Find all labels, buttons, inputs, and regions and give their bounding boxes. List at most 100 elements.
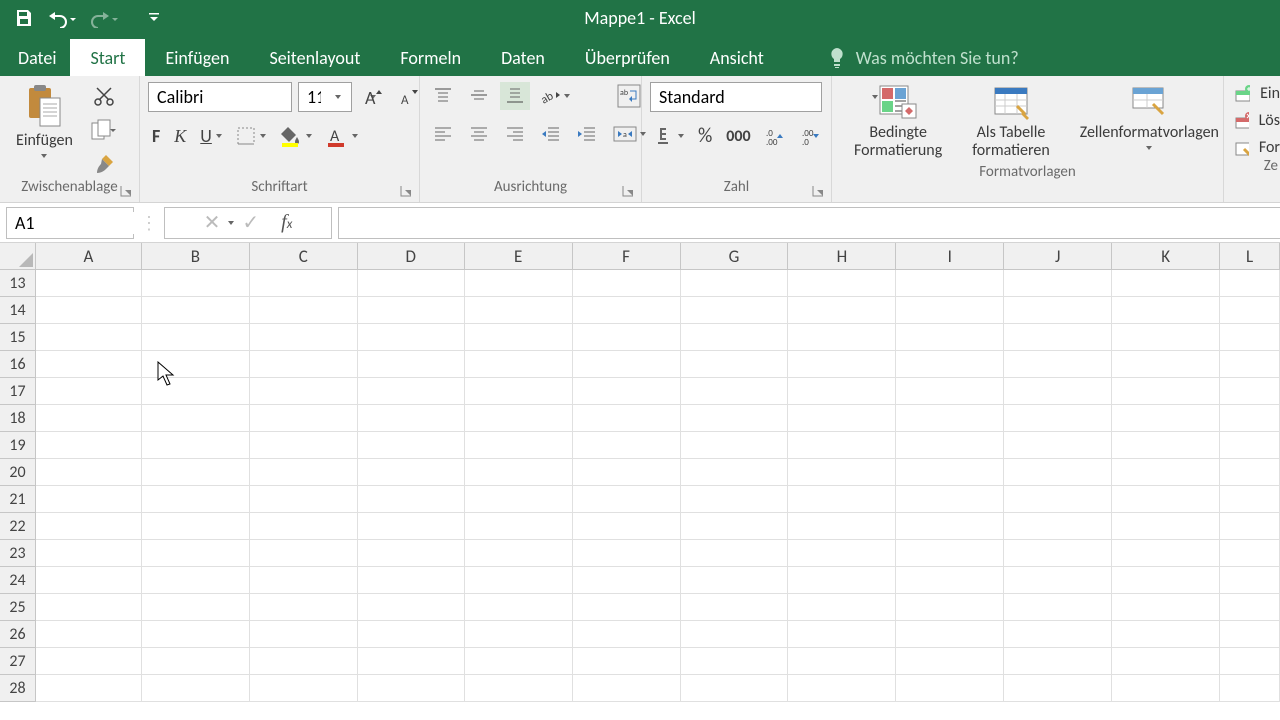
cell[interactable] — [36, 648, 142, 675]
cell[interactable] — [1220, 270, 1280, 297]
increase-decimal-button[interactable]: .0.00 — [761, 122, 791, 150]
cell[interactable] — [465, 621, 573, 648]
cell[interactable] — [142, 513, 250, 540]
row-header[interactable]: 18 — [0, 405, 36, 432]
cell[interactable] — [36, 351, 142, 378]
cell[interactable] — [896, 378, 1004, 405]
cell[interactable] — [250, 432, 358, 459]
cell[interactable] — [896, 351, 1004, 378]
row-header[interactable]: 13 — [0, 270, 36, 297]
cell[interactable] — [573, 486, 681, 513]
cell[interactable] — [36, 324, 142, 351]
cell[interactable] — [36, 405, 142, 432]
cell[interactable] — [465, 513, 573, 540]
column-header[interactable]: H — [788, 243, 896, 269]
cell[interactable] — [1220, 621, 1280, 648]
qat-customize[interactable] — [142, 10, 166, 26]
name-box[interactable] — [6, 207, 134, 239]
cell[interactable] — [142, 297, 250, 324]
cell[interactable] — [1220, 486, 1280, 513]
cell[interactable] — [1004, 324, 1112, 351]
cell[interactable] — [1004, 567, 1112, 594]
cell[interactable] — [142, 675, 250, 702]
formula-input[interactable] — [338, 207, 1280, 239]
cell[interactable] — [681, 351, 789, 378]
cell-styles-button[interactable]: Zellenformatvorlagen — [1072, 82, 1227, 152]
cell[interactable] — [1112, 486, 1220, 513]
column-header[interactable]: L — [1220, 243, 1280, 269]
cell[interactable] — [1220, 324, 1280, 351]
cell[interactable] — [681, 513, 789, 540]
cell[interactable] — [1112, 351, 1220, 378]
cell[interactable] — [1220, 297, 1280, 324]
cell[interactable] — [465, 459, 573, 486]
cell[interactable] — [465, 270, 573, 297]
cut-button[interactable] — [87, 82, 121, 110]
cell[interactable] — [896, 324, 1004, 351]
cell[interactable] — [142, 486, 250, 513]
delete-cells-button[interactable]: Lös — [1234, 111, 1280, 130]
cell[interactable] — [358, 324, 465, 351]
cell[interactable] — [573, 405, 681, 432]
cell[interactable] — [788, 486, 896, 513]
fill-color-button[interactable] — [276, 122, 316, 150]
cell[interactable] — [36, 567, 142, 594]
tab-file[interactable]: Datei — [4, 39, 70, 76]
cell[interactable] — [681, 297, 789, 324]
cell[interactable] — [1220, 675, 1280, 702]
column-header[interactable]: I — [896, 243, 1004, 269]
cell[interactable] — [36, 432, 142, 459]
cell[interactable] — [142, 540, 250, 567]
cell[interactable] — [250, 351, 358, 378]
font-size-combo[interactable] — [298, 82, 352, 112]
cell[interactable] — [1112, 378, 1220, 405]
thousands-button[interactable]: 000 — [722, 122, 754, 150]
cell[interactable] — [896, 432, 1004, 459]
row-header[interactable]: 19 — [0, 432, 36, 459]
cell[interactable] — [681, 675, 789, 702]
cell[interactable] — [896, 648, 1004, 675]
cell[interactable] — [142, 351, 250, 378]
cell[interactable] — [142, 324, 250, 351]
cell[interactable] — [896, 621, 1004, 648]
cell[interactable] — [465, 297, 573, 324]
cell[interactable] — [1004, 351, 1112, 378]
cell[interactable] — [1220, 378, 1280, 405]
cell[interactable] — [788, 594, 896, 621]
align-right-button[interactable] — [500, 120, 530, 148]
cell[interactable] — [573, 297, 681, 324]
cell[interactable] — [1112, 567, 1220, 594]
tab-page-layout[interactable]: Seitenlayout — [249, 39, 380, 76]
cell[interactable] — [1220, 405, 1280, 432]
cell[interactable] — [465, 594, 573, 621]
cell[interactable] — [36, 486, 142, 513]
cell[interactable] — [896, 675, 1004, 702]
cell[interactable] — [142, 432, 250, 459]
tab-view[interactable]: Ansicht — [690, 39, 784, 76]
cell[interactable] — [358, 351, 465, 378]
orientation-button[interactable]: ab — [536, 82, 574, 110]
cell[interactable] — [681, 459, 789, 486]
cell[interactable] — [1004, 270, 1112, 297]
cell[interactable] — [788, 567, 896, 594]
row-header[interactable]: 17 — [0, 378, 36, 405]
dialog-launcher-icon[interactable] — [119, 184, 133, 198]
cell[interactable] — [788, 324, 896, 351]
cell[interactable] — [250, 675, 358, 702]
cell[interactable] — [1112, 513, 1220, 540]
cell[interactable] — [1004, 486, 1112, 513]
cell[interactable] — [358, 486, 465, 513]
cell[interactable] — [1112, 432, 1220, 459]
select-all-corner[interactable] — [0, 243, 36, 269]
cell[interactable] — [681, 567, 789, 594]
paste-button[interactable]: Einfügen — [8, 82, 81, 160]
cell[interactable] — [1004, 513, 1112, 540]
cell[interactable] — [573, 459, 681, 486]
dialog-launcher-icon[interactable] — [621, 184, 635, 198]
cell[interactable] — [896, 459, 1004, 486]
cell[interactable] — [788, 270, 896, 297]
row-header[interactable]: 14 — [0, 297, 36, 324]
cell[interactable] — [250, 486, 358, 513]
cell[interactable] — [1112, 621, 1220, 648]
row-header[interactable]: 23 — [0, 540, 36, 567]
